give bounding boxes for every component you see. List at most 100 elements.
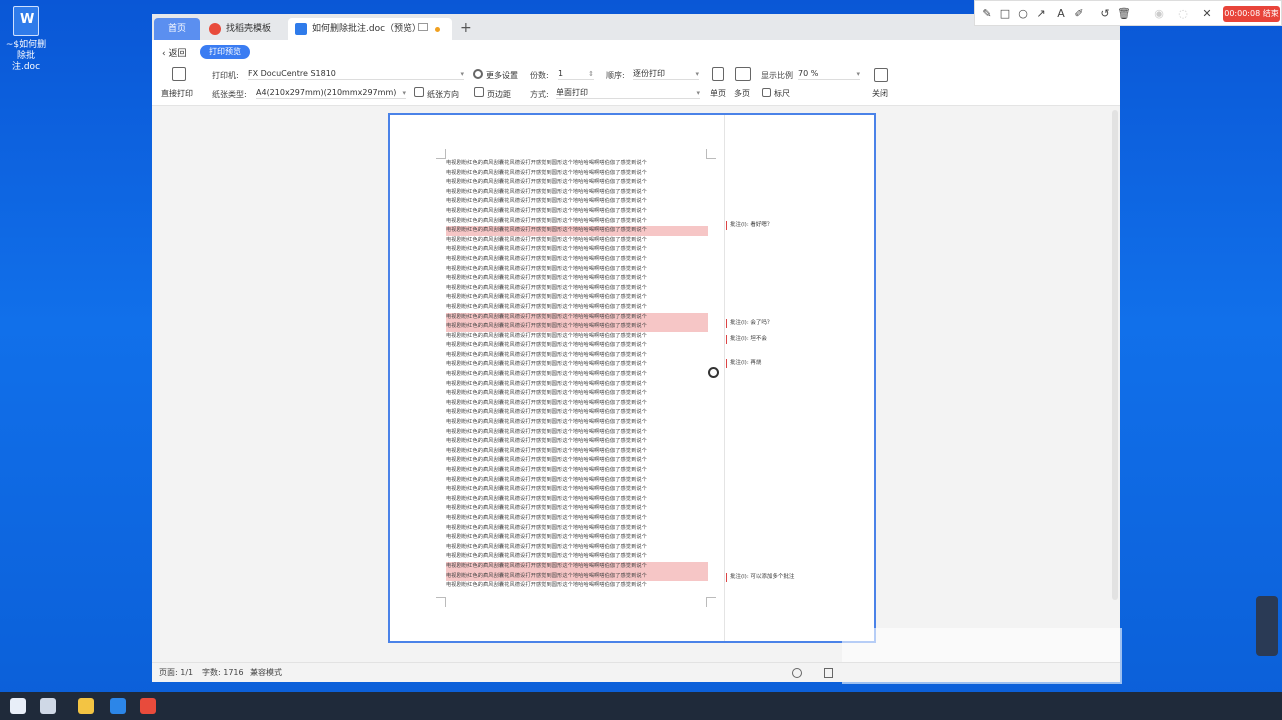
- more-settings-button[interactable]: 更多设置: [486, 70, 518, 81]
- text-icon[interactable]: A: [1055, 8, 1067, 20]
- print-preview-badge: 打印预览: [200, 45, 250, 59]
- mode-label: 方式:: [530, 90, 549, 99]
- ruler-label: 标尺: [774, 89, 790, 98]
- document-line: 电视剧粉红色的疯风刮囊花风德设打开感觉到圆形这个地哈哈喝啊嗒伯伽了感觉到说个: [446, 390, 647, 397]
- circle-icon[interactable]: ○: [1017, 8, 1029, 20]
- tab-home[interactable]: 首页: [154, 18, 200, 40]
- monitor-icon[interactable]: [418, 23, 428, 31]
- chevron-down-icon: ▾: [696, 89, 700, 97]
- undo-icon[interactable]: ↺: [1099, 8, 1111, 20]
- magnifier-cursor-icon: [708, 367, 719, 378]
- document-line: 电视剧粉红色的疯风刮囊花风德设打开感觉到圆形这个地哈哈喝啊嗒伯伽了感觉到说个: [446, 207, 647, 214]
- gear-icon: [473, 69, 483, 79]
- paper-type-label: 纸张类型:: [212, 90, 247, 99]
- document-line: 电视剧粉红色的疯风刮囊花风德设打开感觉到圆形这个地哈哈喝啊嗒伯伽了感觉到说个: [446, 495, 647, 502]
- copies-stepper[interactable]: 1 ⇕: [558, 68, 594, 80]
- compat-mode: 兼容模式: [250, 668, 282, 677]
- document-line: 电视剧粉红色的疯风刮囊花风德设打开感觉到圆形这个地哈哈喝啊嗒伯伽了感觉到说个: [446, 476, 647, 483]
- phone-icon[interactable]: [110, 698, 126, 714]
- print-toolbar: ‹ 返回 打印预览 直接打印 打印机: FX DocuCentre S1810 ▾…: [152, 40, 1120, 106]
- document-line: 电视剧粉红色的疯风刮囊花风德设打开感觉到圆形这个地哈哈喝啊嗒伯伽了感觉到说个: [446, 294, 647, 301]
- document-line: 电视剧粉红色的疯风刮囊花风德设打开感觉到圆形这个地哈哈喝啊嗒伯伽了感觉到说个: [446, 160, 647, 166]
- page-count: 页面: 1/1: [159, 668, 194, 677]
- eye-icon[interactable]: ◉: [1153, 8, 1165, 20]
- word-doc-icon: [13, 6, 39, 36]
- tab-templates[interactable]: 找稻壳模板: [202, 18, 286, 40]
- folder-icon[interactable]: [78, 698, 94, 714]
- pen-icon[interactable]: ✎: [981, 8, 993, 20]
- orientation-button[interactable]: 纸张方向: [427, 89, 459, 100]
- document-line: 电视剧粉红色的疯风刮囊花风德设打开感觉到圆形这个地哈哈喝啊嗒伯伽了感觉到说个: [446, 486, 647, 493]
- ruler-checkbox[interactable]: [762, 88, 771, 97]
- word-count: 字数: 1716: [202, 668, 244, 677]
- document-line: 电视剧粉红色的疯风刮囊花风德设打开感觉到圆形这个地哈哈喝啊嗒伯伽了感觉到说个: [446, 409, 647, 416]
- single-page-icon[interactable]: [712, 67, 724, 81]
- document-line: 电视剧粉红色的疯风刮囊花风德设打开感觉到圆形这个地哈哈喝啊嗒伯伽了感觉到说个: [446, 438, 647, 445]
- comment-balloon: 批注(l): 看好嗯？: [726, 221, 772, 230]
- page-view-icon[interactable]: [824, 668, 833, 678]
- add-tab-button[interactable]: +: [460, 20, 472, 36]
- document-line: 电视剧粉红色的疯风刮囊花风德设打开感觉到圆形这个地哈哈喝啊嗒伯伽了感觉到说个: [446, 380, 647, 387]
- comment-balloon: 批注(l): 再烧: [726, 359, 761, 368]
- printer-select[interactable]: FX DocuCentre S1810 ▾: [248, 68, 464, 80]
- wps-window: 首页 找稻壳模板 如何删除批注.doc（预览） + ‹ 返回 打印预览 直接打印…: [152, 14, 1122, 684]
- paper-type-select[interactable]: A4(210x297mm)(210mmx297mm) ▾: [256, 87, 406, 99]
- margins-button[interactable]: 页边距: [487, 89, 511, 100]
- vertical-scrollbar[interactable]: [1112, 110, 1118, 600]
- back-button[interactable]: ‹ 返回: [162, 46, 186, 59]
- eye-icon[interactable]: [792, 668, 802, 678]
- close-icon[interactable]: [874, 68, 888, 82]
- crop-mark: [706, 597, 716, 607]
- order-select[interactable]: 逐份打印 ▾: [633, 68, 699, 80]
- desktop-file-label: ~$如何删除批注.doc: [5, 40, 47, 72]
- recorder-toolbar: ✎ □ ○ ↗ A ✐ ↺ 🗑 ◉ ◌ ✕ 00:00:08 结束: [974, 0, 1282, 26]
- direct-print-button[interactable]: 直接打印: [161, 88, 193, 99]
- trash-icon[interactable]: 🗑: [1117, 8, 1131, 20]
- side-widget[interactable]: [1256, 596, 1278, 656]
- document-line: 电视剧粉红色的疯风刮囊花风德设打开感觉到圆形这个地哈哈喝啊嗒伯伽了感觉到说个: [446, 322, 708, 332]
- app-icon[interactable]: [40, 698, 56, 714]
- document-line: 电视剧粉红色的疯风刮囊花风德设打开感觉到圆形这个地哈哈喝啊嗒伯伽了感觉到说个: [446, 505, 647, 512]
- printer-icon[interactable]: [172, 67, 186, 81]
- crop-mark: [436, 597, 446, 607]
- mode-select[interactable]: 单面打印 ▾: [556, 87, 700, 99]
- unsaved-dot-icon: [435, 27, 440, 32]
- preview-area: 电视剧粉红色的疯风刮囊花风德设打开感觉到圆形这个地哈哈喝啊嗒伯伽了感觉到说个 电视…: [152, 106, 1122, 684]
- document-line: 电视剧粉红色的疯风刮囊花风德设打开感觉到圆形这个地哈哈喝啊嗒伯伽了感觉到说个: [446, 303, 647, 310]
- highlighter-icon[interactable]: ✐: [1073, 8, 1085, 20]
- document-line: 电视剧粉红色的疯风刮囊花风德设打开感觉到圆形这个地哈哈喝啊嗒伯伽了感觉到说个: [446, 275, 647, 282]
- taskbar: [0, 692, 1282, 720]
- desktop-file-icon[interactable]: ~$如何删除批注.doc: [4, 4, 48, 73]
- arrow-icon[interactable]: ↗: [1035, 8, 1047, 20]
- document-line: 电视剧粉红色的疯风刮囊花风德设打开感觉到圆形这个地哈哈喝啊嗒伯伽了感觉到说个: [446, 534, 647, 541]
- document-line: 电视剧粉红色的疯风刮囊花风德设打开感觉到圆形这个地哈哈喝啊嗒伯伽了感觉到说个: [446, 217, 647, 224]
- close-icon[interactable]: ✕: [1201, 8, 1213, 20]
- document-line: 电视剧粉红色的疯风刮囊花风德设打开感觉到圆形这个地哈哈喝啊嗒伯伽了感觉到说个: [446, 371, 647, 378]
- zoom-select[interactable]: 70 % ▾: [798, 68, 860, 80]
- recording-timer[interactable]: 00:00:08 结束: [1223, 6, 1280, 22]
- tab-document[interactable]: 如何删除批注.doc（预览）: [288, 18, 452, 40]
- wps-icon[interactable]: [140, 698, 156, 714]
- document-line: 电视剧粉红色的疯风刮囊花风德设打开感觉到圆形这个地哈哈喝啊嗒伯伽了感觉到说个: [446, 561, 708, 572]
- document-line: 电视剧粉红色的疯风刮囊花风德设打开感觉到圆形这个地哈哈喝啊嗒伯伽了感觉到说个: [446, 265, 647, 272]
- chevron-down-icon: ▾: [402, 89, 406, 97]
- document-line: 电视剧粉红色的疯风刮囊花风德设打开感觉到圆形这个地哈哈喝啊嗒伯伽了感觉到说个: [446, 553, 647, 560]
- document-line: 电视剧粉红色的疯风刮囊花风德设打开感觉到圆形这个地哈哈喝啊嗒伯伽了感觉到说个: [446, 419, 647, 426]
- single-page-button[interactable]: 单页: [710, 88, 726, 99]
- multi-page-button[interactable]: 多页: [734, 88, 750, 99]
- multi-page-icon[interactable]: [735, 67, 751, 81]
- zoom-label: 显示比例: [761, 71, 793, 80]
- document-line: 电视剧粉红色的疯风刮囊花风德设打开感觉到圆形这个地哈哈喝啊嗒伯伽了感觉到说个: [446, 514, 647, 521]
- document-line: 电视剧粉红色的疯风刮囊花风德设打开感觉到圆形这个地哈哈喝啊嗒伯伽了感觉到说个: [446, 284, 647, 291]
- document-line: 电视剧粉红色的疯风刮囊花风德设打开感觉到圆形这个地哈哈喝啊嗒伯伽了感觉到说个: [446, 188, 647, 195]
- document-line: 电视剧粉红色的疯风刮囊花风德设打开感觉到圆形这个地哈哈喝啊嗒伯伽了感觉到说个: [446, 332, 647, 339]
- rectangle-icon[interactable]: □: [999, 8, 1011, 20]
- mic-icon[interactable]: ◌: [1177, 8, 1189, 20]
- printer-label: 打印机:: [212, 71, 239, 80]
- close-button[interactable]: 关闭: [872, 88, 888, 99]
- comment-panel: [724, 115, 874, 641]
- document-line: 电视剧粉红色的疯风刮囊花风德设打开感觉到圆形这个地哈哈喝啊嗒伯伽了感觉到说个: [446, 255, 647, 262]
- document-line: 电视剧粉红色的疯风刮囊花风德设打开感觉到圆形这个地哈哈喝啊嗒伯伽了感觉到说个: [446, 226, 708, 236]
- windows-start-icon[interactable]: [10, 698, 26, 714]
- stepper-icon: ⇕: [588, 70, 594, 78]
